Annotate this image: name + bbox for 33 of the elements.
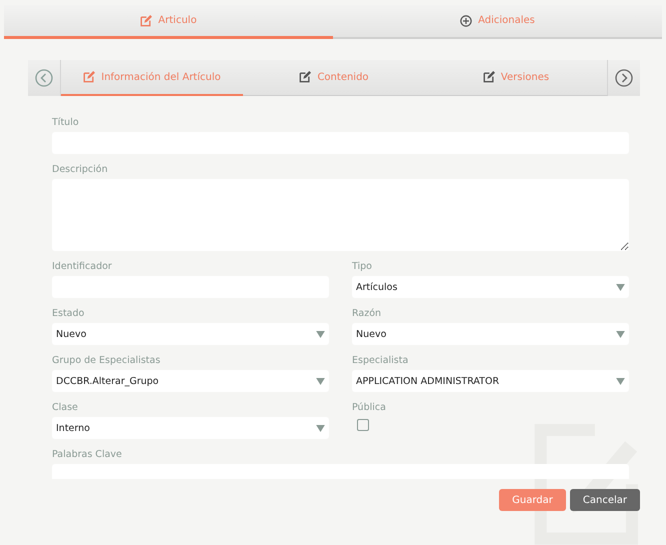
edit-icon (299, 71, 312, 83)
field-label: Especialista (352, 355, 410, 367)
dropdown[interactable]: Nuevo (52, 323, 329, 345)
field-label: Descripción (52, 164, 109, 176)
field-label: Razón (352, 308, 382, 320)
text-area[interactable] (52, 179, 629, 251)
plus-circle-icon (460, 14, 472, 26)
field-label: Tipo (352, 261, 373, 273)
caret-icon (616, 284, 625, 290)
dropdown[interactable]: Artículos (352, 276, 629, 298)
dropdown[interactable]: Nuevo (352, 323, 629, 345)
field-label: Clase (52, 402, 79, 414)
edit-icon (482, 71, 495, 83)
dropdown[interactable]: APPLICATION ADMINISTRATOR (352, 370, 629, 392)
edit-icon (140, 14, 152, 26)
edit-icon (83, 71, 96, 83)
dropdown[interactable]: Interno (52, 417, 329, 439)
checkbox[interactable] (357, 419, 369, 431)
next-icon[interactable] (615, 69, 633, 87)
caret-icon (316, 378, 325, 384)
caret-icon (316, 330, 325, 338)
caret-icon (316, 424, 325, 432)
caret-icon (616, 378, 625, 384)
field-label: Identificador (52, 261, 113, 273)
dropdown[interactable]: DCCBR.Alterar_Grupo (52, 370, 329, 392)
cancel-button[interactable]: Cancelar (570, 489, 640, 511)
field-label: Palabras Clave (52, 449, 123, 461)
field-label: Estado (52, 308, 86, 320)
caret-icon (616, 330, 625, 338)
field-label: Grupo de Especialistas (52, 355, 162, 367)
field-label: Título (52, 117, 80, 129)
field-label: Pública (352, 402, 387, 414)
previous-icon[interactable] (35, 69, 53, 87)
